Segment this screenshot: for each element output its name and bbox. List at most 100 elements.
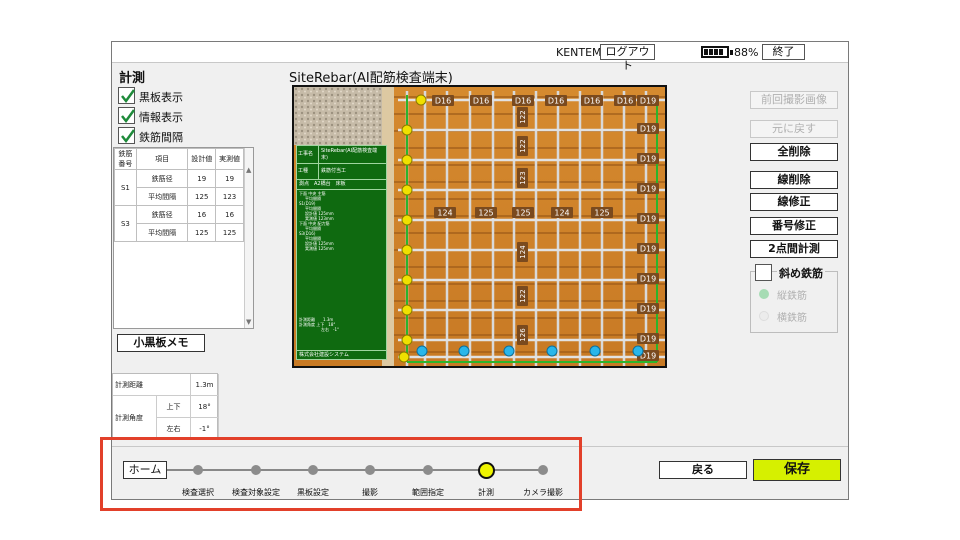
battery-level: 88%: [734, 46, 759, 59]
delete-line-button[interactable]: 線削除: [750, 171, 838, 189]
step-dot[interactable]: [193, 465, 203, 475]
step-label: カメラ撮影: [523, 488, 563, 497]
angle-lr-value: -1°: [191, 418, 219, 440]
back-button[interactable]: 戻る: [659, 461, 747, 479]
scroll-up-icon[interactable]: ▲: [246, 166, 251, 174]
checkbox-label: 情報表示: [139, 111, 183, 124]
marker-dot: [401, 124, 413, 136]
marker-dot: [415, 94, 427, 106]
app-title: SiteRebar(AI配筋検査端末): [289, 71, 453, 86]
board-footer: 左右 -1°: [321, 327, 339, 332]
board-key: 工事名: [297, 146, 319, 163]
table-row[interactable]: S1 鉄筋径 19 19: [114, 169, 244, 206]
table-cell: S1: [114, 169, 137, 206]
delete-all-button[interactable]: 全削除: [750, 143, 838, 161]
previous-photo-button[interactable]: 前回撮影画像: [750, 91, 838, 109]
table-header: 実測値: [215, 148, 244, 170]
rebar-photo[interactable]: D16 D16 D16 D16 D16 D16 D19 D19 D19 D19 D19 D19 D19 D…: [292, 85, 667, 368]
checkbox-board-display[interactable]: [118, 87, 136, 104]
right-label: D19: [640, 335, 656, 344]
distance-value: 1.3m: [191, 374, 219, 396]
save-button[interactable]: 保存: [753, 459, 841, 481]
top-label: D16: [617, 97, 633, 106]
distance-label: 計測距離: [113, 374, 191, 396]
inspection-board: 工事名 SiteRebar(AI配筋検査端末) 工種 鉄筋付当工 測点 A2橋台…: [296, 145, 387, 360]
checkbox-info-display[interactable]: [118, 107, 136, 124]
distance-panel: 計測距離 1.3m 計測角度 上下 18° 左右 -1°: [112, 373, 219, 440]
top-label: D16: [548, 97, 564, 106]
radio-vertical-rebar[interactable]: [759, 289, 769, 299]
radio-horizontal-rebar[interactable]: [759, 311, 769, 321]
board-value: 鉄筋付当工: [321, 168, 347, 174]
step-label: 計測: [478, 488, 494, 497]
table-cell: S3: [114, 205, 137, 242]
scroll-down-icon[interactable]: ▼: [246, 318, 251, 326]
marker-dot: [401, 304, 413, 316]
table-cell: 125: [215, 223, 244, 242]
marker-dot: [458, 345, 470, 357]
exit-button[interactable]: 終了: [762, 44, 805, 60]
spacing-value: 124: [519, 245, 527, 259]
step-label: 撮影: [362, 488, 378, 497]
step-dot[interactable]: [538, 465, 548, 475]
spacing-value: 122: [519, 139, 527, 152]
marker-dot: [589, 345, 601, 357]
table-cell: 16: [215, 205, 244, 224]
measurement-table-panel: 鉄筋番号 項目 設計値 実測値 S1 鉄筋径 19 19 平均間隔 125 12…: [113, 147, 254, 329]
undo-button[interactable]: 元に戻す: [750, 120, 838, 138]
top-bar: KENTEM ログアウト 88% 終了: [112, 42, 848, 72]
table-cell: 平均間隔: [135, 187, 189, 206]
section-title: 計測: [119, 71, 146, 86]
checkbox-label: 黒板表示: [139, 91, 183, 104]
vertical-rebar-label: 縦鉄筋: [777, 291, 807, 302]
table-header: 設計値: [187, 148, 217, 170]
right-label: D19: [640, 185, 656, 194]
table-header: 項目: [135, 148, 189, 170]
two-point-measure-button[interactable]: 2点間計測: [750, 240, 838, 258]
table-row[interactable]: S3 鉄筋径 16 16: [114, 205, 244, 242]
angle-lr-label: 左右: [157, 418, 191, 440]
step-dot[interactable]: [308, 465, 318, 475]
right-label: D19: [640, 215, 656, 224]
memo-board-button[interactable]: 小黒板メモ: [117, 334, 205, 352]
spacing-value: 122: [519, 289, 527, 302]
marker-dot: [416, 345, 428, 357]
step-dot[interactable]: [423, 465, 433, 475]
spacing-value: 124: [437, 209, 452, 218]
marker-dot: [401, 214, 413, 226]
table-scrollbar[interactable]: ▲ ▼: [244, 148, 253, 328]
checkbox-rebar-spacing[interactable]: [118, 127, 136, 144]
table-cell: 125: [187, 223, 217, 242]
home-button[interactable]: ホーム: [123, 461, 167, 479]
app-window: KENTEM ログアウト 88% 終了 計測 SiteRebar(AI配筋検査端…: [111, 41, 849, 500]
angle-ud-label: 上下: [157, 396, 191, 418]
marker-dot: [401, 244, 413, 256]
bottom-nav: ホーム 検査選択 検査対象設定 黒板設定 撮影 範囲指定 計測 カメラ撮影 戻る 保存: [112, 446, 848, 499]
right-label: D19: [640, 245, 656, 254]
edit-number-button[interactable]: 番号修正: [750, 217, 838, 235]
step-dot[interactable]: [365, 465, 375, 475]
checkbox-diagonal-rebar[interactable]: [755, 264, 772, 281]
check-icon: [121, 89, 136, 104]
marker-dot: [401, 154, 413, 166]
edit-line-button[interactable]: 線修正: [750, 193, 838, 211]
marker-dot: [503, 345, 515, 357]
table-cell: 鉄筋径: [135, 205, 189, 224]
step-dot[interactable]: [251, 465, 261, 475]
table-cell: 123: [215, 187, 244, 206]
marker-dot: [398, 351, 410, 363]
table-cell: 鉄筋径: [135, 169, 189, 188]
right-label: D19: [640, 275, 656, 284]
board-lines: 下面 中央 主筋 平均間隔 S1(D19) 平均間隔 設計値 125mm 実測値 123m…: [297, 190, 386, 252]
right-label: D19: [640, 305, 656, 314]
top-label: D16: [473, 97, 489, 106]
board-value: SiteRebar(AI配筋検査端末): [321, 148, 378, 161]
top-label: D16: [584, 97, 600, 106]
marker-dot: [401, 334, 413, 346]
step-dot[interactable]: [477, 461, 495, 479]
logout-button[interactable]: ログアウト: [600, 44, 655, 72]
angle-label: 計測角度: [113, 396, 157, 440]
battery-icon: [701, 46, 733, 58]
diagonal-rebar-group: 斜め鉄筋 縦鉄筋 横鉄筋: [750, 264, 838, 333]
marker-dot: [401, 274, 413, 286]
